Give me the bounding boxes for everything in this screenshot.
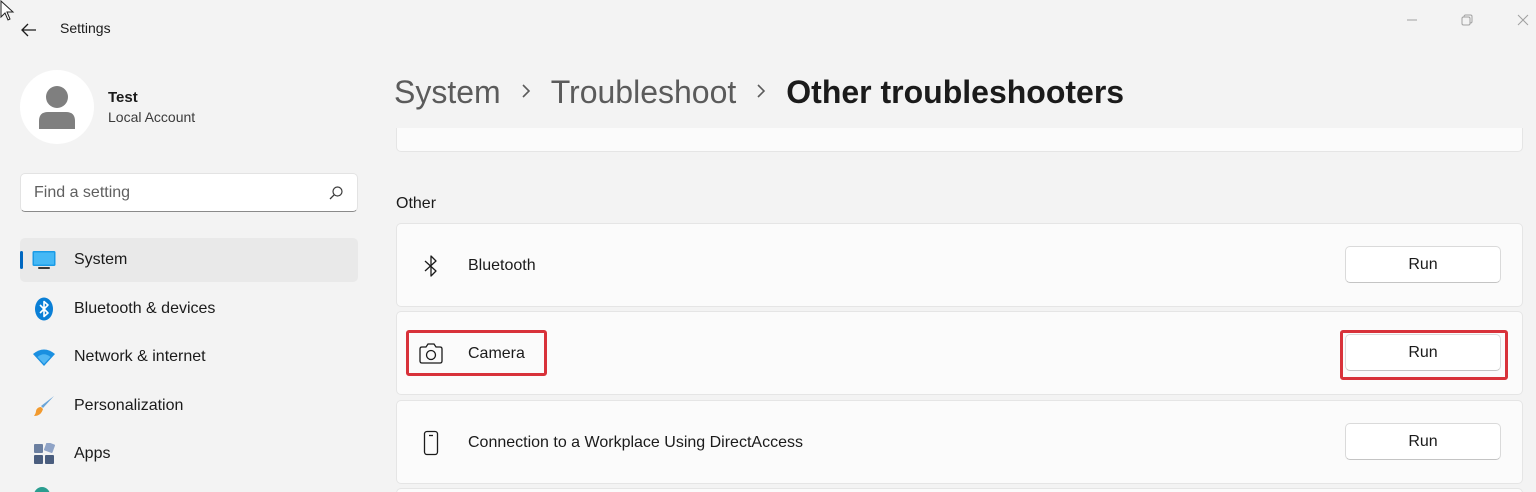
wifi-icon — [32, 345, 56, 369]
search-icon[interactable] — [328, 185, 344, 201]
troubleshooter-label: Bluetooth — [468, 257, 536, 274]
close-icon — [1517, 14, 1529, 26]
brush-icon — [32, 394, 56, 418]
restore-button[interactable] — [1444, 6, 1490, 34]
minimize-icon — [1407, 19, 1417, 21]
avatar — [20, 70, 94, 144]
chevron-right-icon — [521, 79, 531, 105]
sidebar-item-label: Network & internet — [74, 348, 206, 365]
phone-icon — [417, 429, 445, 457]
sidebar-item-label: Personalization — [74, 396, 184, 414]
sidebar-item-partial — [34, 487, 50, 492]
search-input[interactable] — [34, 183, 314, 202]
monitor-icon — [32, 248, 56, 272]
breadcrumb-system[interactable]: System — [394, 74, 501, 111]
run-directaccess-button[interactable]: Run — [1345, 423, 1501, 460]
bluetooth-icon — [417, 252, 445, 280]
troubleshooter-label: Connection to a Workplace Using DirectAc… — [468, 434, 803, 451]
sidebar-item-label: Apps — [74, 445, 111, 462]
section-title: Other — [396, 195, 437, 212]
sidebar-item-label: Bluetooth & devices — [74, 299, 216, 317]
breadcrumb-troubleshoot[interactable]: Troubleshoot — [551, 74, 737, 111]
troubleshooter-card-directaccess: Connection to a Workplace Using DirectAc… — [396, 400, 1523, 484]
sidebar-item-system[interactable]: System — [20, 238, 358, 282]
next-card — [396, 488, 1523, 492]
arrow-left-icon — [21, 23, 36, 37]
sidebar-nav: System Bluetooth & devices Network & int… — [20, 238, 358, 481]
run-bluetooth-button[interactable]: Run — [1345, 246, 1501, 283]
page-title: Other troubleshooters — [786, 73, 1125, 110]
user-name: Test — [108, 89, 138, 106]
minimize-button[interactable] — [1389, 6, 1435, 34]
title-bar: Settings — [0, 0, 1536, 58]
camera-run-highlight — [1340, 330, 1508, 380]
apps-icon — [32, 442, 56, 466]
chevron-right-icon — [756, 79, 766, 105]
sidebar-item-apps[interactable]: Apps — [20, 432, 358, 476]
sidebar-item-network-internet[interactable]: Network & internet — [20, 335, 358, 379]
sidebar-item-personalization[interactable]: Personalization — [20, 384, 358, 428]
user-profile[interactable]: Test Local Account — [20, 70, 195, 144]
user-icon — [39, 86, 75, 129]
breadcrumb: System Troubleshoot Other troubleshooter… — [394, 72, 1124, 112]
account-type: Local Account — [108, 109, 196, 125]
back-button[interactable] — [14, 16, 44, 44]
search-box[interactable] — [20, 173, 358, 212]
camera-label-highlight — [406, 330, 547, 376]
bluetooth-icon — [32, 297, 56, 321]
app-title: Settings — [60, 20, 111, 36]
restore-icon — [1461, 14, 1473, 26]
previous-card — [396, 128, 1523, 152]
sidebar-item-label: System — [74, 251, 128, 268]
troubleshooter-card-bluetooth: Bluetooth Run — [396, 223, 1523, 307]
sidebar-item-bluetooth-devices[interactable]: Bluetooth & devices — [20, 287, 358, 331]
close-button[interactable] — [1500, 6, 1536, 34]
